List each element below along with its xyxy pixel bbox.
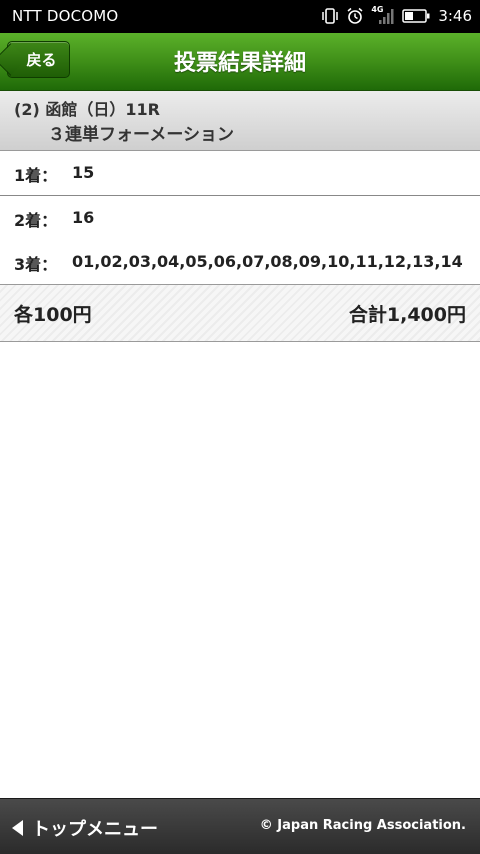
vibrate-icon (322, 8, 339, 24)
each-amount: 各100円 (14, 304, 92, 326)
left-arrow-icon (12, 820, 23, 836)
bet-type-label: ３連単フォーメーション (48, 125, 234, 145)
signal-icon: 4G (371, 5, 395, 25)
footer-bar: トップメニュー © Japan Racing Association. (0, 798, 480, 854)
pick-label: 2着： (14, 211, 58, 230)
pick-row-3rd: 3着： 01,02,03,04,05,06,07,08,09,10,11,12,… (0, 240, 480, 284)
pick-label: 1着： (14, 166, 58, 185)
copyright-text: © Japan Racing Association. (259, 818, 466, 833)
race-info: (2) 函館（日）11R ３連単フォーメーション (0, 91, 480, 151)
pick-value: 16 (72, 208, 95, 227)
pick-row-1st: 1着： 15 (0, 151, 480, 196)
network-badge: 4G (371, 5, 384, 14)
total-amount: 合計1,400円 (348, 304, 466, 326)
alarm-icon (347, 7, 363, 24)
battery-icon (402, 9, 430, 23)
page-title: 投票結果詳細 (173, 51, 306, 76)
top-menu-link[interactable]: トップメニュー (12, 815, 158, 841)
pick-row-2nd: 2着： 16 (0, 196, 480, 241)
status-icons: 4G 3:46 (314, 5, 472, 27)
clock: 3:46 (438, 7, 472, 25)
pick-value: 01,02,03,04,05,06,07,08,09,10,11,12,13,1… (72, 252, 463, 271)
back-button-label: 戻る (26, 51, 57, 69)
app-header: 戻る 投票結果詳細 (0, 33, 480, 91)
race-venue-label: (2) 函館（日）11R (14, 100, 160, 119)
carrier-name: NTT DOCOMO (12, 7, 119, 25)
status-bar: NTT DOCOMO 4G 3:46 (0, 0, 480, 33)
top-menu-label: トップメニュー (32, 819, 158, 840)
pick-label: 3着： (14, 255, 58, 274)
pick-value: 15 (72, 163, 95, 182)
totals-bar: 各100円 合計1,400円 (0, 284, 480, 342)
